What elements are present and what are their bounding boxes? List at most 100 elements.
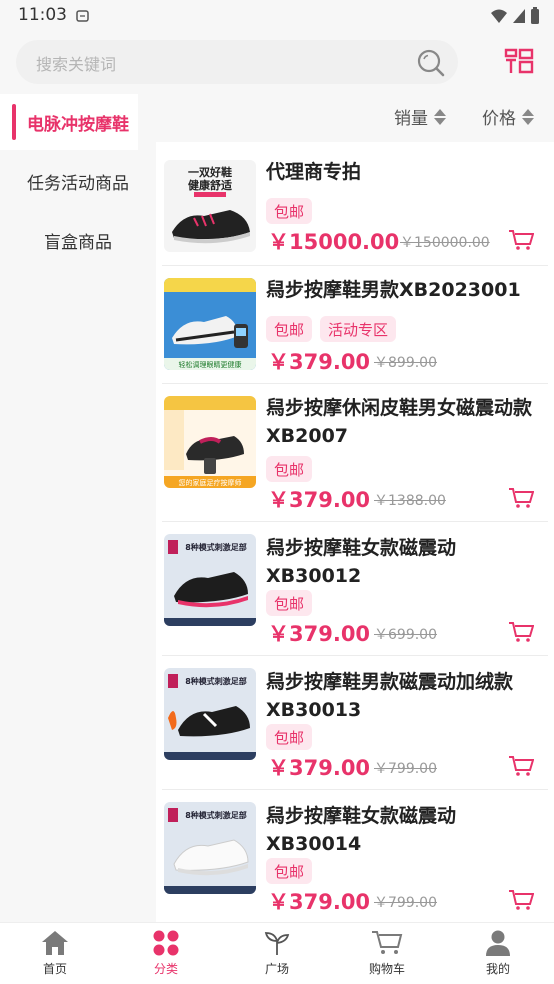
product-price: ￥379.00 <box>268 622 371 646</box>
product-tags: 包邮 <box>266 858 313 884</box>
sprout-icon <box>264 932 290 955</box>
active-indicator <box>12 104 16 140</box>
cart-icon <box>372 931 403 954</box>
product-image: 轻松调理眼睛更健康 <box>164 278 256 370</box>
product-price: ￥15000.00 <box>268 230 400 254</box>
sidebar-item-massage-shoes[interactable]: 电脉冲按摩鞋 <box>0 94 138 150</box>
product-title: 舄步按摩休闲皮鞋男女磁震动款XB2007 <box>266 397 533 447</box>
header: 搜索关键词 <box>0 32 554 94</box>
thumb-text: 8种模式刺激足部 <box>185 542 247 552</box>
thumb-text: 8种模式刺激足部 <box>185 676 247 686</box>
sort-bar: 销量 价格 <box>156 94 554 142</box>
product-card[interactable]: 8种模式刺激足部 舄步按摩鞋女款磁震动XB30012 包邮 ￥379.00 ￥6… <box>156 522 554 656</box>
sort-sales-label: 销量 <box>394 109 428 129</box>
tab-label: 广场 <box>264 962 289 976</box>
tag-promotion-zone: 活动专区 <box>320 316 397 342</box>
sort-by-sales[interactable]: 销量 <box>394 104 447 129</box>
product-original-price: ￥899.00 <box>374 355 437 371</box>
product-original-price: ￥799.00 <box>374 761 437 777</box>
tab-home[interactable]: 首页 <box>10 929 100 977</box>
product-tags: 包邮 <box>266 198 313 224</box>
product-price: ￥379.00 <box>268 488 371 512</box>
sort-price-label: 价格 <box>482 109 516 129</box>
product-tags: 包邮 <box>266 590 313 616</box>
battery-icon <box>530 7 540 29</box>
product-image: 8种模式刺激足部 <box>164 802 256 894</box>
add-to-cart-icon[interactable] <box>508 620 535 648</box>
sort-arrows-icon <box>434 108 446 125</box>
search-placeholder: 搜索关键词 <box>36 55 117 74</box>
tab-label: 首页 <box>42 962 67 976</box>
screen: 11:03 搜索关键词 电脉冲按摩鞋 任务活动商品 盲盒商品 销量 价格 一双好… <box>0 0 554 984</box>
tab-cart[interactable]: 购物车 <box>342 929 432 977</box>
thumb-text: 您的家庭足疗按摩师 <box>179 478 242 487</box>
product-price: ￥379.00 <box>268 756 371 780</box>
add-to-cart-icon[interactable] <box>508 754 535 782</box>
product-price: ￥379.00 <box>268 350 371 374</box>
product-tags: 包邮 <box>266 456 313 482</box>
sidebar-item-task-goods[interactable]: 任务活动商品 <box>0 153 156 209</box>
add-to-cart-icon[interactable] <box>508 486 535 514</box>
product-original-price: ￥150000.00 <box>400 235 490 251</box>
product-image: 8种模式刺激足部 <box>164 668 256 760</box>
product-card[interactable]: 您的家庭足疗按摩师 舄步按摩休闲皮鞋男女磁震动款XB2007 包邮 ￥379.0… <box>156 384 554 522</box>
tab-label: 分类 <box>153 962 178 976</box>
product-card[interactable]: 8种模式刺激足部 舄步按摩鞋男款磁震动加绒款XB30013 包邮 ￥379.00… <box>156 656 554 790</box>
product-image: 8种模式刺激足部 <box>164 534 256 626</box>
sidebar-item-label: 任务活动商品 <box>27 173 129 194</box>
product-title: 舄步按摩鞋男款磁震动加绒款XB30013 <box>266 671 514 721</box>
thumb-text: 一双好鞋 <box>188 165 232 179</box>
product-tags: 包邮 活动专区 <box>266 316 397 342</box>
product-title: 舄步按摩鞋男款XB2023001 <box>266 279 521 301</box>
sidebar-item-label: 电脉冲按摩鞋 <box>27 114 129 135</box>
product-list: 一双好鞋 健康舒适 代理商专拍 包邮 ￥15000.00 ￥150000.00 <box>156 142 554 922</box>
search-input[interactable]: 搜索关键词 <box>16 40 458 84</box>
svg-text:健康舒适: 健康舒适 <box>188 178 232 192</box>
tag-free-shipping: 包邮 <box>266 198 313 224</box>
product-price: ￥379.00 <box>268 890 371 914</box>
notification-icon <box>76 8 90 27</box>
product-image: 您的家庭足疗按摩师 <box>164 396 256 488</box>
thumb-text: 轻松调理眼睛更健康 <box>179 360 242 369</box>
tag-free-shipping: 包邮 <box>266 858 313 884</box>
tag-free-shipping: 包邮 <box>266 456 313 482</box>
wifi-icon <box>490 8 508 28</box>
tab-category[interactable]: 分类 <box>121 929 211 977</box>
sidebar-item-label: 盲盒商品 <box>44 232 112 253</box>
add-to-cart-icon[interactable] <box>508 888 535 916</box>
layout-switch-icon[interactable] <box>504 47 534 79</box>
product-card[interactable]: 8种模式刺激足部 舄步按摩鞋女款磁震动XB30014 包邮 ￥379.00 ￥7… <box>156 790 554 922</box>
add-to-cart-icon[interactable] <box>508 228 535 256</box>
product-image: 一双好鞋 健康舒适 <box>164 160 256 252</box>
sort-arrows-icon <box>522 108 534 125</box>
tag-free-shipping: 包邮 <box>266 590 313 616</box>
product-card[interactable]: 轻松调理眼睛更健康 舄步按摩鞋男款XB2023001 包邮 活动专区 ￥379.… <box>156 266 554 384</box>
product-original-price: ￥1388.00 <box>374 493 446 509</box>
sort-by-price[interactable]: 价格 <box>482 104 535 129</box>
tab-label: 我的 <box>485 962 510 976</box>
category-icon <box>153 930 179 956</box>
tag-free-shipping: 包邮 <box>266 316 313 342</box>
product-original-price: ￥799.00 <box>374 895 437 911</box>
tab-square[interactable]: 广场 <box>232 929 322 977</box>
thumb-text: 8种模式刺激足部 <box>185 810 247 820</box>
category-sidebar: 电脉冲按摩鞋 任务活动商品 盲盒商品 <box>0 94 156 922</box>
product-title: 舄步按摩鞋女款磁震动XB30012 <box>266 537 457 587</box>
tab-mine[interactable]: 我的 <box>453 929 543 977</box>
signal-icon <box>512 8 526 28</box>
product-original-price: ￥699.00 <box>374 627 437 643</box>
product-card[interactable]: 一双好鞋 健康舒适 代理商专拍 包邮 ￥15000.00 ￥150000.00 <box>156 142 554 266</box>
product-title: 舄步按摩鞋女款磁震动XB30014 <box>266 805 457 855</box>
search-icon[interactable] <box>416 48 446 82</box>
product-title: 代理商专拍 <box>266 161 362 183</box>
status-icons <box>490 7 540 29</box>
bottom-tab-bar: 首页 分类 广场 购物车 我的 <box>0 922 554 984</box>
product-tags: 包邮 <box>266 724 313 750</box>
tab-label: 购物车 <box>368 962 405 976</box>
status-time: 11:03 <box>18 5 67 25</box>
user-icon <box>486 930 510 956</box>
home-icon <box>42 931 68 955</box>
tag-free-shipping: 包邮 <box>266 724 313 750</box>
sidebar-item-blind-box[interactable]: 盲盒商品 <box>0 212 156 268</box>
status-bar: 11:03 <box>0 0 554 32</box>
